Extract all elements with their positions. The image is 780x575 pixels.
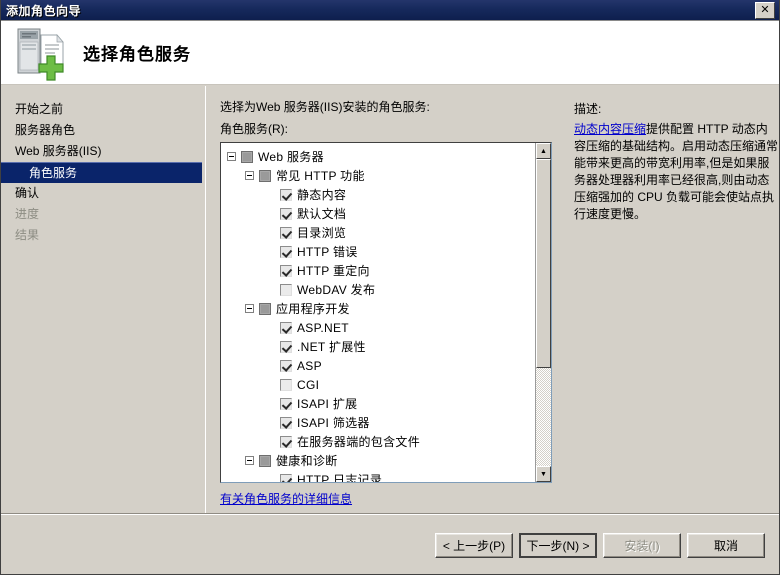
sidebar-item-web-server-iis[interactable]: Web 服务器(IIS) — [1, 141, 205, 162]
scrollbar-thumb[interactable] — [536, 159, 551, 368]
content-pane: 选择为Web 服务器(IIS)安装的角色服务: 角色服务(R): Web 服务器… — [206, 86, 779, 513]
tree-node-label: HTTP 日志记录 — [297, 473, 383, 482]
collapse-icon[interactable] — [245, 171, 254, 180]
sidebar-item-confirmation[interactable]: 确认 — [1, 183, 205, 204]
description-panel: 描述: 动态内容压缩提供配置 HTTP 动态内容压缩的基础结构。启用动态压缩通常… — [560, 98, 779, 513]
window-title: 添加角色向导 — [6, 3, 82, 18]
tree-node[interactable]: CGI — [225, 375, 535, 394]
tree-node-checkbox[interactable] — [280, 359, 292, 372]
description-text: 动态内容压缩提供配置 HTTP 动态内容压缩的基础结构。启用动态压缩通常能带来更… — [574, 121, 779, 223]
next-button[interactable]: 下一步(N) > — [519, 532, 597, 558]
description-link[interactable]: 动态内容压缩 — [574, 122, 646, 136]
scroll-down-icon[interactable]: ▼ — [536, 466, 551, 482]
tree-node[interactable]: 常见 HTTP 功能 — [225, 166, 535, 185]
tree-node-label: 应用程序开发 — [276, 302, 350, 316]
tree-node-checkbox[interactable] — [280, 378, 292, 391]
add-roles-wizard-window: 添加角色向导 ✕ 选择角色服务 开始之前 服务器角色 Web 服务器(IIS) — [0, 0, 780, 575]
tree-node[interactable]: HTTP 重定向 — [225, 261, 535, 280]
tree-node-label: ASP — [297, 358, 322, 373]
tree-node-checkbox[interactable] — [280, 435, 292, 448]
tree-vertical-scrollbar[interactable]: ▲ ▼ — [535, 143, 551, 482]
tree-node-label: 在服务器端的包含文件 — [297, 435, 421, 449]
tree-node-label: Web 服务器 — [258, 150, 324, 164]
server-add-icon — [17, 28, 64, 81]
tree-node-label: CGI — [297, 377, 320, 392]
tree-node[interactable]: ISAPI 扩展 — [225, 394, 535, 413]
sidebar-item-results[interactable]: 结果 — [1, 225, 205, 246]
page-title: 选择角色服务 — [83, 45, 191, 64]
tree-node-label: 目录浏览 — [297, 226, 347, 240]
tree-node-label: 常见 HTTP 功能 — [276, 169, 365, 183]
tree-node-label: 健康和诊断 — [276, 454, 338, 468]
tree-node-checkbox[interactable] — [280, 188, 292, 201]
wizard-footer: < 上一步(P) 下一步(N) > 安装(I) 取消 — [1, 516, 779, 574]
tree-node[interactable]: .NET 扩展性 — [225, 337, 535, 356]
tree-node[interactable]: 目录浏览 — [225, 223, 535, 242]
tree-node[interactable]: HTTP 错误 — [225, 242, 535, 261]
close-icon[interactable]: ✕ — [755, 1, 775, 19]
tree-node[interactable]: 在服务器端的包含文件 — [225, 432, 535, 451]
tree-node-label: WebDAV 发布 — [297, 283, 376, 297]
tree-node-label: HTTP 重定向 — [297, 264, 370, 278]
wizard-body: 开始之前 服务器角色 Web 服务器(IIS) 角色服务 确认 进度 结果 选择… — [1, 86, 779, 513]
tree-node-checkbox[interactable] — [280, 264, 292, 277]
tree-node[interactable]: ISAPI 筛选器 — [225, 413, 535, 432]
role-services-tree[interactable]: Web 服务器常见 HTTP 功能 静态内容默认文档目录浏览 HTTP 错误 HTTP… — [221, 143, 535, 482]
tree-node-checkbox[interactable] — [259, 302, 271, 315]
sidebar-item-progress[interactable]: 进度 — [1, 204, 205, 225]
tree-node-checkbox[interactable] — [241, 150, 253, 163]
tree-node-checkbox[interactable] — [280, 321, 292, 334]
role-services-details-link[interactable]: 有关角色服务的详细信息 — [220, 490, 560, 507]
tree-node[interactable]: 默认文档 — [225, 204, 535, 223]
tree-node-checkbox[interactable] — [280, 397, 292, 410]
tree-node[interactable]: 应用程序开发 — [225, 299, 535, 318]
tree-node[interactable]: 健康和诊断 — [225, 451, 535, 470]
tree-node-checkbox[interactable] — [280, 473, 292, 482]
title-bar: 添加角色向导 ✕ — [1, 0, 779, 21]
cancel-button[interactable]: 取消 — [687, 532, 765, 558]
sidebar-item-role-services[interactable]: 角色服务 — [1, 162, 202, 183]
tree-node[interactable]: Web 服务器 — [225, 147, 535, 166]
tree-node-checkbox[interactable] — [280, 340, 292, 353]
role-services-column: 选择为Web 服务器(IIS)安装的角色服务: 角色服务(R): Web 服务器… — [220, 98, 560, 513]
tree-node-label: HTTP 错误 — [297, 245, 358, 259]
tree-node-label: ISAPI 筛选器 — [297, 416, 370, 430]
back-button[interactable]: < 上一步(P) — [435, 532, 513, 558]
tree-node[interactable]: HTTP 日志记录 — [225, 470, 535, 482]
collapse-icon[interactable] — [227, 152, 236, 161]
tree-node-label: ASP.NET — [297, 320, 349, 335]
description-body-text: 提供配置 HTTP 动态内容压缩的基础结构。启用动态压缩通常能带来更高的带宽利用… — [574, 122, 779, 221]
footer-separator — [1, 513, 779, 515]
tree-node-label: 静态内容 — [297, 188, 347, 202]
tree-label: 角色服务(R): — [220, 122, 288, 136]
tree-node-label: .NET 扩展性 — [297, 340, 366, 354]
install-button: 安装(I) — [603, 532, 681, 558]
role-services-tree-container: Web 服务器常见 HTTP 功能 静态内容默认文档目录浏览 HTTP 错误 HTTP… — [220, 142, 552, 483]
wizard-steps-sidebar: 开始之前 服务器角色 Web 服务器(IIS) 角色服务 确认 进度 结果 — [1, 86, 206, 513]
wizard-header: 选择角色服务 — [1, 21, 779, 85]
tree-node[interactable]: WebDAV 发布 — [225, 280, 535, 299]
description-heading: 描述: — [574, 102, 602, 116]
tree-node-checkbox[interactable] — [280, 416, 292, 429]
tree-node-checkbox[interactable] — [280, 207, 292, 220]
tree-node[interactable]: 静态内容 — [225, 185, 535, 204]
sidebar-item-before-you-begin[interactable]: 开始之前 — [1, 99, 205, 120]
tree-node-checkbox[interactable] — [259, 169, 271, 182]
tree-node-label: ISAPI 扩展 — [297, 397, 358, 411]
instruction-text: 选择为Web 服务器(IIS)安装的角色服务: — [220, 100, 430, 114]
tree-node[interactable]: ASP — [225, 356, 535, 375]
tree-node-checkbox[interactable] — [280, 245, 292, 258]
sidebar-item-server-roles[interactable]: 服务器角色 — [1, 120, 205, 141]
tree-node-checkbox[interactable] — [259, 454, 271, 467]
tree-node-checkbox[interactable] — [280, 226, 292, 239]
tree-node-label: 默认文档 — [297, 207, 347, 221]
collapse-icon[interactable] — [245, 456, 254, 465]
scrollbar-track[interactable] — [536, 159, 551, 466]
tree-node-checkbox[interactable] — [280, 283, 292, 296]
collapse-icon[interactable] — [245, 304, 254, 313]
tree-node[interactable]: ASP.NET — [225, 318, 535, 337]
scroll-up-icon[interactable]: ▲ — [536, 143, 551, 159]
